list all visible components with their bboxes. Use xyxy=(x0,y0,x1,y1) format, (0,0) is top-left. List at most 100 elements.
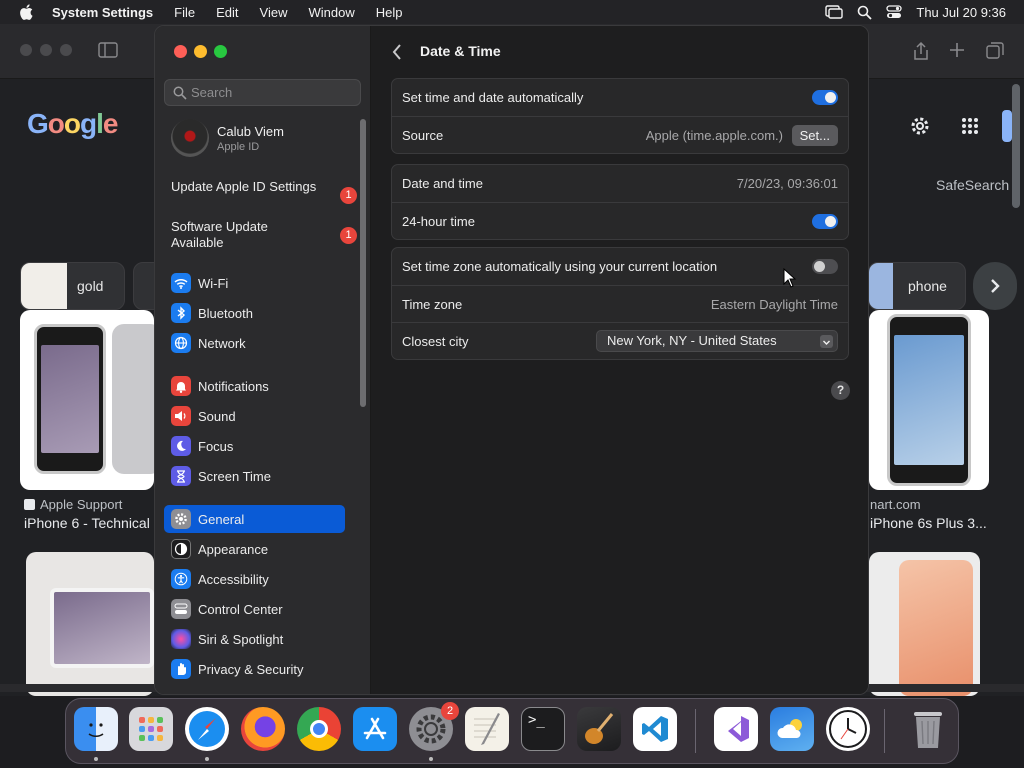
share-icon[interactable] xyxy=(912,41,930,61)
source-label: Source xyxy=(402,127,444,143)
apps-grid-icon[interactable] xyxy=(961,117,979,135)
dock-safari[interactable] xyxy=(185,707,229,751)
dock-chrome[interactable] xyxy=(297,707,341,751)
sidebar-item-label: Privacy & Security xyxy=(198,661,304,677)
sidebar-item-control-center[interactable]: Control Center xyxy=(164,595,345,623)
menu-file[interactable]: File xyxy=(174,5,195,20)
result-source[interactable]: Apple Support xyxy=(24,497,122,512)
sidebar-item-focus[interactable]: Focus xyxy=(164,432,345,460)
filter-chip-gold[interactable]: gold xyxy=(20,262,125,310)
image-result-card[interactable] xyxy=(20,310,154,490)
sidebar-toggle-icon[interactable] xyxy=(98,42,118,58)
image-result-card[interactable] xyxy=(869,552,980,696)
closest-city-select[interactable]: New York, NY - United States xyxy=(596,330,838,352)
sign-in-button[interactable] xyxy=(1002,110,1012,142)
spotlight-icon[interactable] xyxy=(857,5,873,20)
menu-bar: System Settings File Edit View Window He… xyxy=(0,0,1024,24)
apple-menu-icon[interactable] xyxy=(18,4,36,20)
sidebar-item-general[interactable]: General xyxy=(164,505,345,533)
dock-clock[interactable] xyxy=(826,707,870,751)
minimize-button[interactable] xyxy=(194,45,207,58)
menu-app-name[interactable]: System Settings xyxy=(52,5,153,20)
menu-view[interactable]: View xyxy=(260,5,288,20)
sidebar-item-label: Appearance xyxy=(198,541,269,557)
hand-icon xyxy=(171,659,191,679)
zoom-button[interactable] xyxy=(214,45,227,58)
sidebar-item-screen-time[interactable]: Screen Time xyxy=(164,462,345,490)
dock-finder[interactable] xyxy=(74,707,118,751)
help-button[interactable]: ? xyxy=(831,381,850,400)
dock-trash[interactable] xyxy=(906,707,950,751)
browser-zoom-button[interactable] xyxy=(60,44,72,56)
time-zone-group: Set time zone automatically using your c… xyxy=(391,247,849,360)
page-scrollbar[interactable] xyxy=(1012,84,1020,208)
sidebar-item-appearance[interactable]: Appearance xyxy=(164,535,345,563)
image-result-card[interactable] xyxy=(869,310,989,490)
gear-icon xyxy=(171,509,191,529)
apple-id-account[interactable]: Calub Viem Apple ID xyxy=(171,119,284,157)
browser-close-button[interactable] xyxy=(20,44,32,56)
result-source-label: Apple Support xyxy=(40,497,123,512)
new-tab-icon[interactable] xyxy=(949,42,965,58)
dock-app-store[interactable] xyxy=(353,707,397,751)
dock-visual-studio[interactable] xyxy=(714,707,758,751)
sidebar-scrollbar[interactable] xyxy=(360,119,366,407)
sidebar-item-sound[interactable]: Sound xyxy=(164,402,345,430)
date-time-value[interactable]: 7/20/23, 09:36:01 xyxy=(737,176,838,191)
menu-help[interactable]: Help xyxy=(376,5,403,20)
closest-city-label: Closest city xyxy=(402,333,469,349)
sidebar-item-label: Screen Time xyxy=(198,468,271,484)
google-logo[interactable]: Google xyxy=(27,108,118,140)
sidebar-item-bluetooth[interactable]: Bluetooth xyxy=(164,299,345,327)
screen-mirroring-icon[interactable] xyxy=(825,5,844,19)
dock-terminal[interactable]: >_ xyxy=(521,707,565,751)
update-apple-id-notice[interactable]: Update Apple ID Settings 1 xyxy=(171,179,359,204)
dock-textedit[interactable] xyxy=(465,707,509,751)
account-subtitle: Apple ID xyxy=(217,140,260,153)
sidebar-item-accessibility[interactable]: Accessibility xyxy=(164,565,345,593)
chips-next-button[interactable] xyxy=(973,262,1017,310)
sidebar-item-label: Notifications xyxy=(198,378,269,394)
settings-gear-icon[interactable] xyxy=(909,115,931,137)
phone-back-image xyxy=(112,324,154,474)
software-update-notice[interactable]: Software Update Available 1 xyxy=(171,219,359,251)
sidebar-item-privacy-security[interactable]: Privacy & Security xyxy=(164,655,345,683)
closest-city-value: New York, NY - United States xyxy=(607,333,777,348)
source-value: Apple (time.apple.com.) xyxy=(645,127,783,143)
date-time-pane: Date & Time Set time and date automatica… xyxy=(371,26,868,694)
dock-launchpad[interactable] xyxy=(129,707,173,751)
filter-chip-phone[interactable]: phone xyxy=(868,262,966,310)
dock-firefox[interactable] xyxy=(241,707,285,751)
sidebar-item-network[interactable]: Network xyxy=(164,329,345,357)
auto-time-toggle[interactable] xyxy=(812,90,838,105)
browser-minimize-button[interactable] xyxy=(40,44,52,56)
hour24-toggle[interactable] xyxy=(812,213,838,229)
auto-time-row: Set time and date automatically xyxy=(392,79,848,116)
sidebar-item-label: Network xyxy=(198,335,246,351)
dock-vscode[interactable] xyxy=(633,707,677,751)
speaker-icon xyxy=(171,406,191,426)
sidebar-item-wifi[interactable]: Wi-Fi xyxy=(164,269,345,297)
sidebar-item-notifications[interactable]: Notifications xyxy=(164,372,345,400)
safesearch-label[interactable]: SafeSearch xyxy=(936,177,1009,193)
result-title[interactable]: iPhone 6 - Technical xyxy=(24,515,150,531)
toggle-knob xyxy=(825,215,836,227)
sidebar-search[interactable] xyxy=(164,79,361,106)
sidebar-item-siri-spotlight[interactable]: Siri & Spotlight xyxy=(164,625,345,653)
globe-icon xyxy=(171,333,191,353)
set-source-button[interactable]: Set... xyxy=(791,125,838,146)
menu-bar-clock[interactable]: Thu Jul 20 9:36 xyxy=(916,5,1006,20)
close-button[interactable] xyxy=(174,45,187,58)
search-input[interactable] xyxy=(191,85,351,100)
image-result-card[interactable] xyxy=(26,552,154,696)
auto-tz-toggle[interactable] xyxy=(812,259,838,274)
dock-weather[interactable] xyxy=(770,707,814,751)
menu-edit[interactable]: Edit xyxy=(216,5,238,20)
result-title[interactable]: iPhone 6s Plus 3... xyxy=(870,515,987,531)
result-source[interactable]: nart.com xyxy=(870,497,921,512)
tab-overview-icon[interactable] xyxy=(986,42,1004,60)
dock-instruments[interactable] xyxy=(577,707,621,751)
menu-window[interactable]: Window xyxy=(308,5,354,20)
control-center-icon[interactable] xyxy=(886,5,903,19)
back-chevron-icon[interactable] xyxy=(389,42,405,62)
